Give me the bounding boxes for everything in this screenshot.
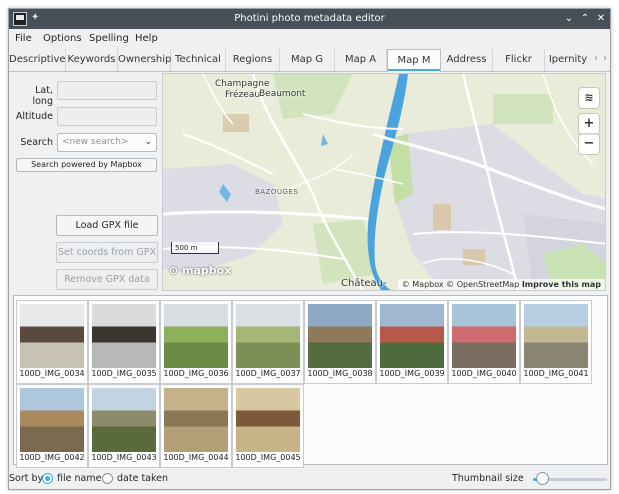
attribution-osm[interactable]: © OpenStreetMap <box>446 280 519 289</box>
menu-bar: File Options Spelling Help <box>9 29 610 49</box>
search-combo[interactable]: <new search> ⌄ <box>57 133 157 152</box>
tab-bar: Descriptive Keywords Ownership Technical… <box>9 49 610 72</box>
thumbnail-image <box>92 388 156 452</box>
status-bar: Sort by file name date taken Thumbnail s… <box>9 469 610 489</box>
thumbnail[interactable]: 100D_IMG_0041 <box>520 300 592 384</box>
mapbox-logo-text: mapbox <box>182 264 232 277</box>
attribution-mapbox[interactable]: © Mapbox <box>402 280 444 289</box>
tab-address[interactable]: Address <box>441 49 493 71</box>
main-window: ✦ Photini photo metadata editor ⌄ ⌃ ✕ Fi… <box>8 8 611 490</box>
thumbnail[interactable]: 100D_IMG_0042 <box>16 384 88 468</box>
search-label: Search <box>20 137 53 148</box>
map-label-chateau: Château- <box>341 278 387 289</box>
location-panel: Lat, long Altitude Search <new search> ⌄… <box>13 73 161 291</box>
thumbnail-name: 100D_IMG_0043 <box>91 453 157 462</box>
thumbnail-name: 100D_IMG_0036 <box>163 369 229 378</box>
thumbnail-image <box>20 304 84 368</box>
thumbnail-name: 100D_IMG_0042 <box>19 453 85 462</box>
sort-file-name-label[interactable]: file name <box>57 473 101 484</box>
tab-ownership[interactable]: Ownership <box>118 49 171 71</box>
tab-keywords[interactable]: Keywords <box>66 49 118 71</box>
set-coords-button[interactable]: Set coords from GPX <box>56 242 158 263</box>
tab-map-a[interactable]: Map A <box>335 49 387 71</box>
thumbnail-name: 100D_IMG_0039 <box>379 369 445 378</box>
thumbnail[interactable]: 100D_IMG_0040 <box>448 300 520 384</box>
load-gpx-button[interactable]: Load GPX file <box>56 215 158 236</box>
remove-gpx-button[interactable]: Remove GPX data <box>56 269 158 290</box>
thumbnail-grid[interactable]: 100D_IMG_0034 100D_IMG_0035 100D_IMG_0036 1… <box>13 295 608 468</box>
latlong-field[interactable] <box>57 81 157 100</box>
tab-map-m[interactable]: Map M <box>387 49 441 72</box>
thumbnail-name: 100D_IMG_0037 <box>235 369 301 378</box>
thumbnail-name: 100D_IMG_0041 <box>523 369 589 378</box>
sort-by-label: Sort by <box>9 473 44 484</box>
sort-file-name-radio[interactable] <box>42 473 53 484</box>
thumbnail-image <box>236 304 300 368</box>
search-powered-button[interactable]: Search powered by Mapbox <box>16 158 157 172</box>
zoom-in-button[interactable]: + <box>579 114 599 134</box>
layers-icon[interactable]: ≋ <box>579 88 599 108</box>
thumbnail[interactable]: 100D_IMG_0034 <box>16 300 88 384</box>
thumbnail[interactable]: 100D_IMG_0038 <box>304 300 376 384</box>
minimize-icon[interactable]: ⌄ <box>561 11 577 27</box>
attribution-improve[interactable]: Improve this map <box>522 280 601 289</box>
thumbnail-image <box>524 304 588 368</box>
menu-spelling[interactable]: Spelling <box>89 33 129 44</box>
tab-flickr[interactable]: Flickr <box>493 49 545 71</box>
close-icon[interactable]: ✕ <box>593 11 609 27</box>
thumbnail-image <box>380 304 444 368</box>
search-placeholder: <new search> <box>62 137 129 147</box>
title-bar: ✦ Photini photo metadata editor ⌄ ⌃ ✕ <box>9 9 610 29</box>
sort-date-taken-label[interactable]: date taken <box>117 473 168 484</box>
thumbnail-name: 100D_IMG_0045 <box>235 453 301 462</box>
thumbnail-image <box>92 304 156 368</box>
zoom-out-button[interactable]: − <box>579 134 599 154</box>
map-label-champagne: Champagne <box>215 79 270 89</box>
tab-scroll-right-icon[interactable]: › <box>600 53 610 64</box>
thumb-size-slider-handle[interactable] <box>535 472 549 485</box>
thumbnail-image <box>236 388 300 452</box>
thumbnail[interactable]: 100D_IMG_0035 <box>88 300 160 384</box>
tab-technical[interactable]: Technical <box>171 49 226 71</box>
map-attribution: © Mapbox © OpenStreetMap Improve this ma… <box>397 279 605 290</box>
map-label-bazouges: BAZOUGES <box>255 188 299 196</box>
thumbnail-image <box>164 304 228 368</box>
mapbox-logo[interactable]: ⊙ mapbox <box>169 264 231 277</box>
altitude-field[interactable] <box>57 107 157 126</box>
tab-map-g[interactable]: Map G <box>280 49 335 71</box>
thumbnail-image <box>308 304 372 368</box>
map-view[interactable]: Champagne Frézeau Beaumont BAZOUGES Chât… <box>162 73 606 291</box>
menu-file[interactable]: File <box>15 33 32 44</box>
tab-descriptive[interactable]: Descriptive <box>9 49 66 71</box>
map-scale: 500 m <box>171 242 219 254</box>
chevron-down-icon[interactable]: ⌄ <box>144 134 152 151</box>
map-label-beaumont: Beaumont <box>259 89 306 99</box>
sort-date-taken-radio[interactable] <box>102 473 113 484</box>
tab-regions[interactable]: Regions <box>226 49 280 71</box>
thumbnail-image <box>20 388 84 452</box>
thumbnail-name: 100D_IMG_0034 <box>19 369 85 378</box>
thumbnail-name: 100D_IMG_0038 <box>307 369 373 378</box>
map-canvas[interactable] <box>163 74 606 291</box>
menu-options[interactable]: Options <box>43 33 82 44</box>
maximize-icon[interactable]: ⌃ <box>577 11 593 27</box>
thumbnail[interactable]: 100D_IMG_0045 <box>232 384 304 468</box>
thumbnail-name: 100D_IMG_0044 <box>163 453 229 462</box>
thumbnail[interactable]: 100D_IMG_0044 <box>160 384 232 468</box>
thumbnail-name: 100D_IMG_0035 <box>91 369 157 378</box>
thumbnail-image <box>452 304 516 368</box>
window-title: Photini photo metadata editor <box>234 13 385 24</box>
thumbnail-name: 100D_IMG_0040 <box>451 369 517 378</box>
thumbnail-image <box>164 388 228 452</box>
thumbnail[interactable]: 100D_IMG_0037 <box>232 300 304 384</box>
latlong-label: Lat, long <box>32 85 53 107</box>
thumb-size-label: Thumbnail size <box>452 473 524 484</box>
thumbnail[interactable]: 100D_IMG_0036 <box>160 300 232 384</box>
map-label-frezeau: Frézeau <box>225 90 261 100</box>
menu-help[interactable]: Help <box>135 33 158 44</box>
thumbnail[interactable]: 100D_IMG_0043 <box>88 384 160 468</box>
altitude-label: Altitude <box>15 111 53 122</box>
thumbnail[interactable]: 100D_IMG_0039 <box>376 300 448 384</box>
tab-ipernity[interactable]: Ipernity <box>545 49 591 71</box>
